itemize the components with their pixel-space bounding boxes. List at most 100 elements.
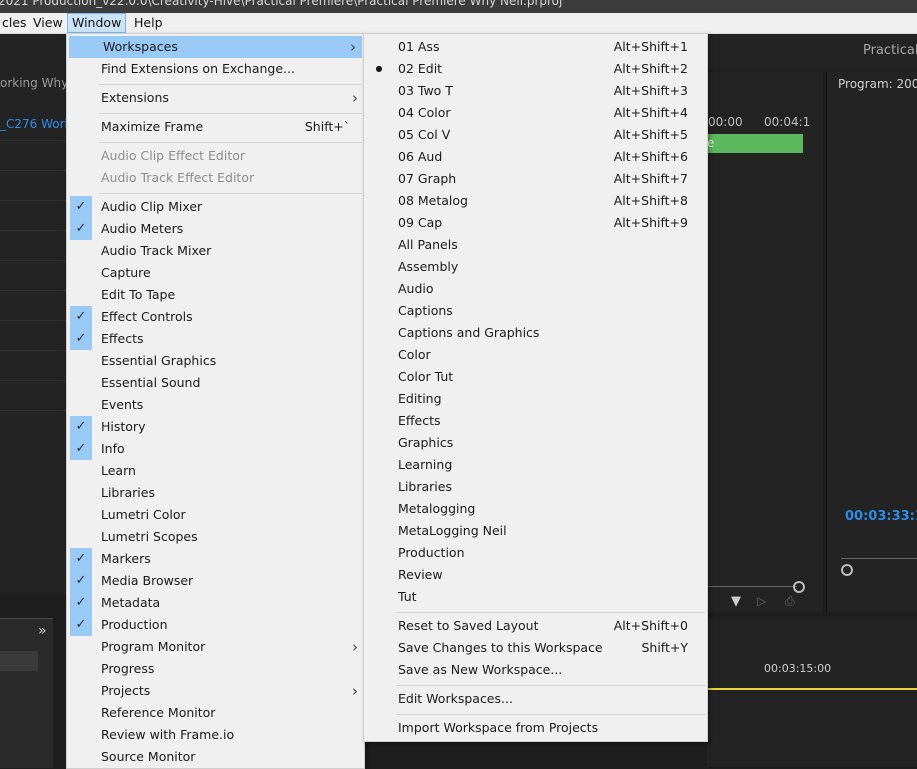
workspace-item-editing[interactable]: Editing	[364, 388, 707, 410]
workspace-item-label: 06 Aud	[398, 149, 443, 164]
menu-item-effect-controls[interactable]: ✓ Effect Controls	[67, 306, 364, 328]
menu-item-label: Reference Monitor	[101, 705, 216, 720]
workspace-item-all-panels[interactable]: All Panels	[364, 234, 707, 256]
menu-item-history[interactable]: ✓ History	[67, 416, 364, 438]
menu-item-label: Workspaces	[103, 39, 178, 54]
workspace-label[interactable]: Practical	[863, 43, 917, 58]
workspace-item-audio[interactable]: Audio	[364, 278, 707, 300]
workspace-item-06-aud[interactable]: 06 Aud Alt+Shift+6	[364, 146, 707, 168]
menu-item-essential-graphics[interactable]: Essential Graphics	[67, 350, 364, 372]
source-monitor-panel: 00:00 00:04:1 e ▼ ▷ ⎙	[707, 72, 823, 612]
workspace-item-review[interactable]: Review	[364, 564, 707, 586]
workspace-item-04-color[interactable]: 04 Color Alt+Shift+4	[364, 102, 707, 124]
menu-window[interactable]: Window	[67, 13, 127, 33]
workspace-item-production[interactable]: Production	[364, 542, 707, 564]
workspace-item-09-cap[interactable]: 09 Cap Alt+Shift+9	[364, 212, 707, 234]
workspace-item-metalogging[interactable]: Metalogging	[364, 498, 707, 520]
menu-item-review-with-frame-io[interactable]: Review with Frame.io	[67, 724, 364, 746]
workspace-item-assembly[interactable]: Assembly	[364, 256, 707, 278]
menu-item-progress[interactable]: Progress	[67, 658, 364, 680]
workspace-item-02-edit[interactable]: ● 02 Edit Alt+Shift+2	[364, 58, 707, 80]
menu-item-reference-monitor[interactable]: Reference Monitor	[67, 702, 364, 724]
chevron-right-icon: ›	[352, 682, 358, 700]
menu-item-extensions[interactable]: Extensions ›	[67, 87, 364, 109]
source-playhead[interactable]	[793, 581, 805, 593]
work-area-bar[interactable]	[707, 688, 917, 690]
workspace-item-shortcut: Alt+Shift+1	[613, 39, 688, 54]
menu-titles[interactable]: cles	[0, 15, 31, 31]
workspace-item-label: 01 Ass	[398, 39, 440, 54]
workspace-item-save-changes-to-this-workspace[interactable]: Save Changes to this Workspace Shift+Y	[364, 637, 707, 659]
menu-item-essential-sound[interactable]: Essential Sound	[67, 372, 364, 394]
workspace-item-import-workspace-from-projects[interactable]: Import Workspace from Projects	[364, 717, 707, 739]
panel-overflow-button[interactable]: »	[38, 623, 47, 639]
menu-item-effects[interactable]: ✓ Effects	[67, 328, 364, 350]
workspace-item-metalogging-neil[interactable]: MetaLogging Neil	[364, 520, 707, 542]
workspace-item-edit-workspaces[interactable]: Edit Workspaces...	[364, 688, 707, 710]
menu-item-projects[interactable]: Projects ›	[67, 680, 364, 702]
tools-panel: »	[0, 618, 53, 768]
workspace-item-graphics[interactable]: Graphics	[364, 432, 707, 454]
workspace-item-captions[interactable]: Captions	[364, 300, 707, 322]
workspace-item-save-as-new-workspace[interactable]: Save as New Workspace...	[364, 659, 707, 681]
menu-item-audio-track-effect-editor[interactable]: Audio Track Effect Editor	[67, 167, 364, 189]
divider	[0, 140, 66, 141]
clip-bar-label: e	[707, 136, 715, 150]
menu-item-capture[interactable]: Capture	[67, 262, 364, 284]
menu-item-events[interactable]: Events	[67, 394, 364, 416]
menu-item-audio-clip-effect-editor[interactable]: Audio Clip Effect Editor	[67, 145, 364, 167]
checkmark-icon: ✓	[70, 592, 92, 614]
workspace-item-03-two-t[interactable]: 03 Two T Alt+Shift+3	[364, 80, 707, 102]
program-timecode[interactable]: 00:03:33:18	[845, 509, 917, 524]
workspace-item-color-tut[interactable]: Color Tut	[364, 366, 707, 388]
program-scrubber[interactable]	[841, 558, 917, 559]
workspace-item-08-metalog[interactable]: 08 Metalog Alt+Shift+8	[364, 190, 707, 212]
menu-item-find-extensions-on-exchange[interactable]: Find Extensions on Exchange...	[67, 58, 364, 80]
menu-item-edit-to-tape[interactable]: Edit To Tape	[67, 284, 364, 306]
window-title-bar: 2021 Production_v22.0.0\Creativity-Hive\…	[0, 0, 917, 13]
menu-view[interactable]: View	[29, 15, 67, 31]
workspace-item-05-col-v[interactable]: 05 Col V Alt+Shift+5	[364, 124, 707, 146]
filter-icon[interactable]: ▼	[731, 594, 741, 609]
workspace-item-07-graph[interactable]: 07 Graph Alt+Shift+7	[364, 168, 707, 190]
workspace-item-tut[interactable]: Tut	[364, 586, 707, 608]
workspace-item-label: Assembly	[398, 259, 459, 274]
menu-item-metadata[interactable]: ✓ Metadata	[67, 592, 364, 614]
menu-item-libraries[interactable]: Libraries	[67, 482, 364, 504]
menu-item-label: Lumetri Color	[101, 507, 186, 522]
menu-item-program-monitor[interactable]: Program Monitor ›	[67, 636, 364, 658]
menu-item-source-monitor[interactable]: Source Monitor	[67, 746, 364, 768]
divider	[0, 350, 66, 351]
workspace-item-libraries[interactable]: Libraries	[364, 476, 707, 498]
menu-item-label: Maximize Frame	[101, 119, 204, 134]
menu-help[interactable]: Help	[130, 15, 167, 31]
menu-item-label: Source Monitor	[101, 749, 196, 764]
menu-item-markers[interactable]: ✓ Markers	[67, 548, 364, 570]
menu-item-audio-meters[interactable]: ✓ Audio Meters	[67, 218, 364, 240]
clip-bar[interactable]: e	[707, 134, 803, 153]
menu-item-media-browser[interactable]: ✓ Media Browser	[67, 570, 364, 592]
menu-item-maximize-frame[interactable]: Maximize Frame Shift+`	[67, 116, 364, 138]
menu-item-audio-track-mixer[interactable]: Audio Track Mixer	[67, 240, 364, 262]
menu-item-lumetri-color[interactable]: Lumetri Color	[67, 504, 364, 526]
export-frame-icon[interactable]: ⎙	[785, 594, 795, 609]
workspace-item-learning[interactable]: Learning	[364, 454, 707, 476]
workspace-item-color[interactable]: Color	[364, 344, 707, 366]
menu-item-lumetri-scopes[interactable]: Lumetri Scopes	[67, 526, 364, 548]
insert-icon[interactable]: ▷	[757, 594, 766, 608]
menu-item-label: Production	[101, 617, 168, 632]
program-playhead[interactable]	[841, 564, 853, 576]
checkmark-icon: ✓	[70, 328, 92, 350]
workspace-item-captions-and-graphics[interactable]: Captions and Graphics	[364, 322, 707, 344]
menu-item-production[interactable]: ✓ Production	[67, 614, 364, 636]
menu-item-learn[interactable]: Learn	[67, 460, 364, 482]
workspace-item-01-ass[interactable]: 01 Ass Alt+Shift+1	[364, 36, 707, 58]
menu-item-workspaces[interactable]: Workspaces ›	[69, 36, 362, 58]
menu-item-info[interactable]: ✓ Info	[67, 438, 364, 460]
program-monitor-title[interactable]: Program: 2005_	[838, 77, 917, 91]
workspace-item-effects[interactable]: Effects	[364, 410, 707, 432]
workspace-item-reset-to-saved-layout[interactable]: Reset to Saved Layout Alt+Shift+0	[364, 615, 707, 637]
source-scrubber[interactable]	[707, 586, 797, 587]
panel-tab-label[interactable]: orking Why	[0, 76, 68, 90]
menu-item-audio-clip-mixer[interactable]: ✓ Audio Clip Mixer	[67, 196, 364, 218]
